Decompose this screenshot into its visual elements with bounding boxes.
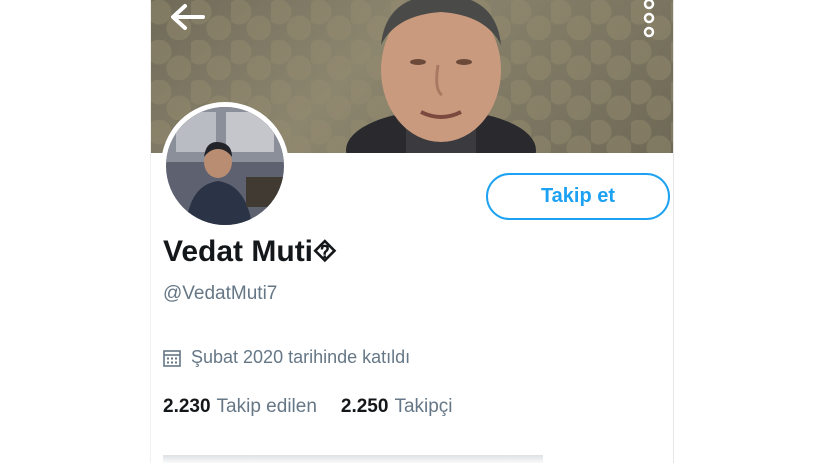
username-handle: @VedatMuti7 [163,283,278,304]
join-date: Şubat 2020 tarihinde katıldı [163,347,410,368]
banner-photo [346,0,536,153]
avatar[interactable] [161,102,289,230]
back-arrow-icon[interactable] [169,2,207,32]
calendar-icon [163,349,181,367]
display-name: Vedat Muti⯑ [163,235,337,268]
follow-stats: 2.230 Takip edilen 2.250 Takipçi [163,396,453,418]
profile-screen: Takip et Vedat Muti⯑ @VedatMuti7 Şubat 2… [150,0,674,463]
bio-text-cutoff [163,455,543,463]
join-date-text: Şubat 2020 tarihinde katıldı [191,347,411,367]
follow-button[interactable]: Takip et [486,173,670,220]
more-vertical-icon[interactable] [641,0,657,40]
avatar-photo [166,107,284,225]
followers-stat[interactable]: 2.250 Takipçi [341,396,453,418]
followers-count: 2.250 [340,396,389,417]
following-label: Takip edilen [216,396,317,417]
following-count: 2.230 [163,396,211,417]
followers-label: Takipçi [394,396,453,417]
following-stat[interactable]: 2.230 Takip edilen [163,396,317,418]
